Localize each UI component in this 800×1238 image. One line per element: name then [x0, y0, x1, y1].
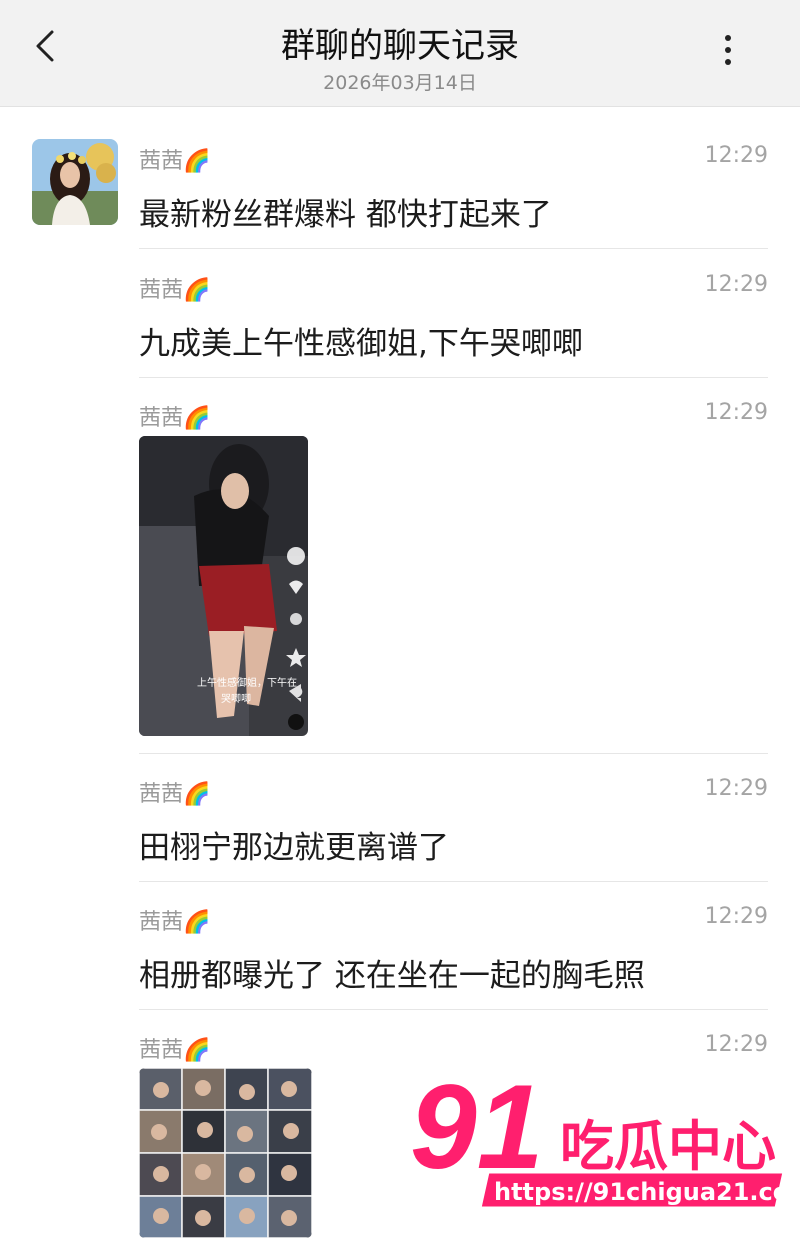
video-thumbnail[interactable]: 上午性感御姐，下午在 哭唧唧: [139, 436, 308, 736]
divider: [139, 377, 768, 378]
avatar[interactable]: [32, 139, 118, 225]
page-title: 群聊的聊天记录: [281, 26, 519, 66]
message-time: 12:29: [704, 904, 768, 929]
message-item[interactable]: 茜茜🌈 12:29 上午性感御姐，下午在 哭唧唧: [139, 400, 768, 740]
divider: [139, 881, 768, 882]
message-time: 12:29: [704, 776, 768, 801]
message-text: 相册都曝光了 还在坐在一起的胸毛照: [139, 958, 645, 994]
photo-collage[interactable]: [139, 1068, 312, 1238]
divider: [139, 248, 768, 249]
message-text: 九成美上午性感御姐,下午哭唧唧: [139, 326, 583, 362]
watermark-url: https://91chigua21.com: [494, 1178, 790, 1206]
chat-date: 2026年03月14日: [323, 72, 477, 94]
sender-name: 茜茜🌈: [139, 278, 211, 303]
message-time: 12:29: [704, 1032, 768, 1057]
divider: [139, 1009, 768, 1010]
message-text: 最新粉丝群爆料 都快打起来了: [139, 197, 552, 233]
message-item[interactable]: 茜茜🌈 12:29 相册都曝光了 还在坐在一起的胸毛照: [139, 904, 768, 994]
sender-name: 茜茜🌈: [139, 406, 211, 431]
watermark-name: 吃瓜中心: [560, 1115, 776, 1178]
sender-name: 茜茜🌈: [139, 910, 211, 935]
message-time: 12:29: [704, 400, 768, 425]
sender-name: 茜茜🌈: [139, 1038, 211, 1063]
message-time: 12:29: [704, 143, 768, 168]
video-caption-line-2: 哭唧唧: [221, 693, 251, 705]
chat-header: 群聊的聊天记录 2026年03月14日: [0, 0, 800, 107]
message-item[interactable]: 茜茜🌈 12:29 最新粉丝群爆料 都快打起来了: [139, 143, 768, 233]
message-item[interactable]: 茜茜🌈 12:29 九成美上午性感御姐,下午哭唧唧: [139, 272, 768, 362]
video-caption-line-1: 上午性感御姐，下午在: [197, 676, 297, 689]
more-options-icon[interactable]: [716, 30, 740, 70]
message-text: 田栩宁那边就更离谱了: [139, 830, 449, 866]
sender-name: 茜茜🌈: [139, 149, 211, 174]
message-time: 12:29: [704, 272, 768, 297]
divider: [139, 753, 768, 754]
watermark-logo: 91 吃瓜中心 https://91chigua21.com: [408, 1058, 800, 1220]
message-item[interactable]: 茜茜🌈 12:29 田栩宁那边就更离谱了: [139, 776, 768, 866]
sender-name: 茜茜🌈: [139, 782, 211, 807]
